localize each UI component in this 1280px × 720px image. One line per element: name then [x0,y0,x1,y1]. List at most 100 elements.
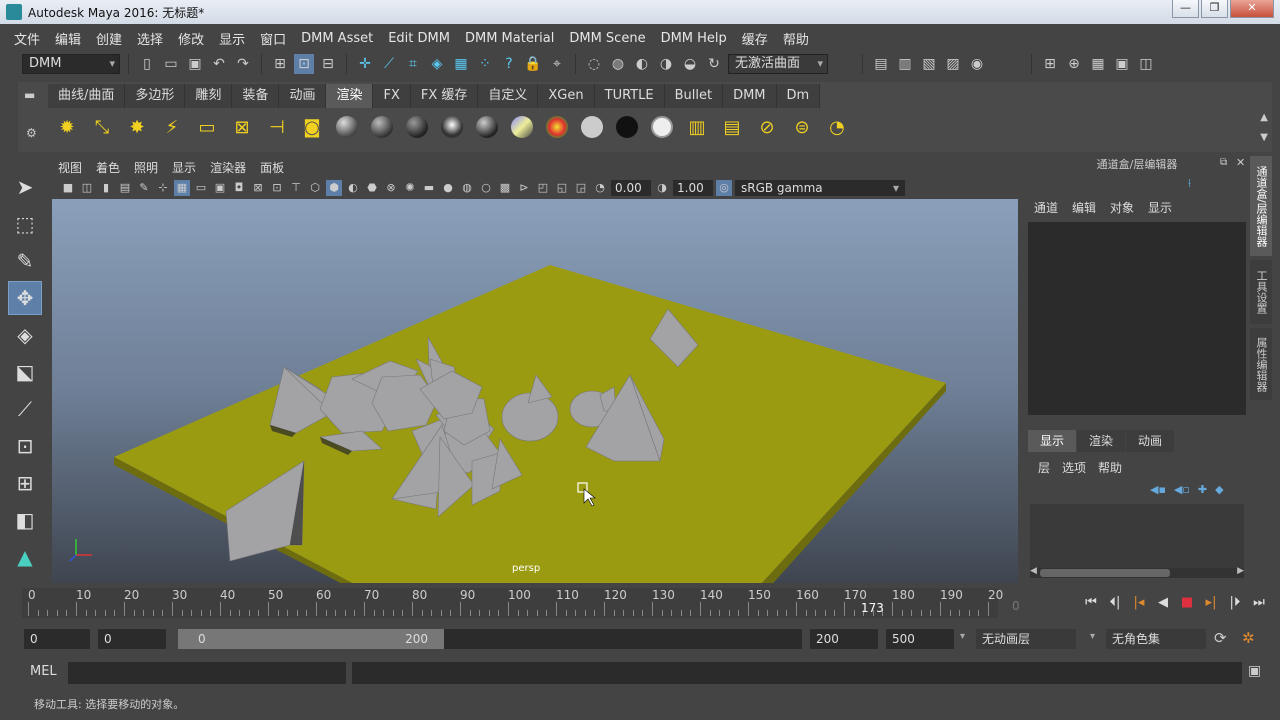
menu-help[interactable]: 帮助 [783,29,809,48]
directional-light-icon[interactable]: ⤡ [89,114,115,140]
hypershade-icon[interactable]: ◉ [967,54,987,74]
menu-set-dropdown[interactable]: DMM [22,54,120,74]
layer-menu-options[interactable]: 选项 [1062,459,1086,476]
snap-question-icon[interactable]: ? [499,54,519,74]
shelf-tab-curves-surfaces[interactable]: 曲线/曲面 [48,84,126,108]
menu-edit-dmm[interactable]: Edit DMM [388,31,450,46]
new-layer-icon[interactable]: ✚ [1198,483,1207,496]
shelf-tab-animation[interactable]: 动画 [279,84,327,108]
output-icon[interactable]: ◑ [656,54,676,74]
ambient-light-icon[interactable]: ✹ [54,114,80,140]
menu-dmm-material[interactable]: DMM Material [465,31,554,46]
shelf-tab-polygons[interactable]: 多边形 [125,84,186,108]
xray-joints-icon[interactable]: ◲ [573,180,589,196]
live-surface-field[interactable]: 无激活曲面 [728,54,828,74]
menu-display[interactable]: 显示 [219,29,245,48]
panel-menu-lighting[interactable]: 照明 [134,159,158,176]
scroll-right-icon[interactable]: ▶ [1237,566,1244,576]
toggle-channel-box-icon[interactable]: ◫ [1136,54,1156,74]
menu-cache[interactable]: 缓存 [742,29,768,48]
surface-shader-icon[interactable] [579,114,605,140]
shelf-tab-rigging[interactable]: 装备 [232,84,280,108]
lambert-shader-icon[interactable] [369,114,395,140]
shelf-scroll-down-icon[interactable]: ▼ [1260,132,1268,143]
float-panel-icon[interactable]: ⧉ [1220,157,1227,168]
depth-of-field-icon[interactable]: ▩ [497,180,513,196]
use-background-icon[interactable] [614,114,640,140]
xray-active-icon[interactable]: ◱ [554,180,570,196]
shelf-scroll-up-icon[interactable]: ▲ [1260,112,1268,123]
menu-window[interactable]: 窗口 [260,29,286,48]
close-panel-icon[interactable]: ✕ [1236,156,1245,169]
step-back-frame-icon[interactable]: |◂ [1130,594,1148,612]
scale-tool-icon[interactable]: ⬕ [8,355,42,389]
view-transform-dropdown[interactable]: sRGB gamma [735,180,905,196]
command-language-label[interactable]: MEL [30,664,57,679]
menu-dmm-asset[interactable]: DMM Asset [301,31,373,46]
move-layer-up-icon[interactable]: ◀▪ [1150,483,1166,496]
ocean-shader-icon[interactable] [649,114,675,140]
channel-menu-edit[interactable]: 编辑 [1072,199,1096,216]
exposure-field[interactable]: 0.00 [611,180,651,196]
layer-tab-anim[interactable]: 动画 [1126,430,1175,452]
camera-select-icon[interactable]: ■ [60,180,76,196]
shelf-tab-rendering[interactable]: 渲染 [326,84,374,108]
character-set-dropdown-arrow[interactable]: ▾ [1090,631,1095,642]
menu-dmm-scene[interactable]: DMM Scene [569,31,645,46]
rotate-tool-icon[interactable]: ◈ [8,318,42,352]
channel-menu-show[interactable]: 显示 [1148,199,1172,216]
menu-create[interactable]: 创建 [96,29,122,48]
render-settings-icon[interactable]: ▨ [943,54,963,74]
shadows-icon[interactable]: ▬ [421,180,437,196]
input-icon[interactable]: ◐ [632,54,652,74]
lock-icon[interactable]: 🔒 [523,54,543,74]
new-scene-icon[interactable]: ▯ [137,54,157,74]
phong-e-shader-icon[interactable] [439,114,465,140]
image-plane-icon[interactable]: ▤ [117,180,133,196]
xray-icon[interactable]: ◰ [535,180,551,196]
ipr-render-icon[interactable]: ▧ [919,54,939,74]
maximize-button[interactable]: ❐ [1201,0,1228,18]
range-slider[interactable]: 0 200 [178,629,802,649]
render-region-icon[interactable]: ▤ [871,54,891,74]
single-perspective-layout-icon[interactable]: ⊡ [8,429,42,463]
layered-shader-icon[interactable] [509,114,535,140]
select-hierarchy-icon[interactable]: ⊞ [270,54,290,74]
panel-menu-panels[interactable]: 面板 [260,159,284,176]
menu-file[interactable]: 文件 [14,29,40,48]
move-layer-down-icon[interactable]: ◀▫ [1174,483,1190,496]
playback-start-field[interactable]: 0 [98,629,166,649]
camera-aim-icon[interactable]: ⊣ [264,114,290,140]
phong-shader-icon[interactable] [404,114,430,140]
go-to-start-icon[interactable]: ⏮ [1082,594,1100,612]
magnet-icon[interactable]: ⌖ [547,54,567,74]
shelf-tab-fx-cache[interactable]: FX 缓存 [410,84,479,108]
motion-blur-icon[interactable]: ◍ [459,180,475,196]
history-icon[interactable]: ◒ [680,54,700,74]
side-tab-attribute-editor[interactable]: 属性编辑器 [1250,328,1272,400]
wireframe-on-shaded-icon[interactable]: ⬣ [364,180,380,196]
safe-title-icon[interactable]: ⊤ [288,180,304,196]
close-button[interactable]: ✕ [1230,0,1274,18]
snap-view-plane-icon[interactable]: ◈ [427,54,447,74]
menu-select[interactable]: 选择 [137,29,163,48]
four-view-layout-icon[interactable]: ⊞ [8,466,42,500]
point-light-icon[interactable]: ✸ [124,114,150,140]
gamma-field[interactable]: 1.00 [673,180,713,196]
layer-tab-display[interactable]: 显示 [1028,430,1077,452]
redo-icon[interactable]: ↷ [233,54,253,74]
toggle-panel-icon[interactable]: ⊞ [1040,54,1060,74]
render-settings-shelf-icon[interactable]: ⊘ [754,114,780,140]
shelf-tab-sculpting[interactable]: 雕刻 [185,84,233,108]
step-forward-key-icon[interactable]: |⏵ [1226,594,1244,612]
construction-history-icon[interactable]: ◍ [608,54,628,74]
dmm-logo-icon[interactable]: ▲ [8,540,42,574]
ambient-occlusion-icon[interactable]: ● [440,180,456,196]
channel-menu-object[interactable]: 对象 [1110,199,1134,216]
shelf-tab-custom[interactable]: 自定义 [478,84,539,108]
render-current-icon[interactable]: ▥ [895,54,915,74]
color-management-icon[interactable]: ◎ [716,180,732,196]
shelf-tab-dmm[interactable]: DMM [723,84,777,108]
safe-action-icon[interactable]: ⊡ [269,180,285,196]
menu-modify[interactable]: 修改 [178,29,204,48]
